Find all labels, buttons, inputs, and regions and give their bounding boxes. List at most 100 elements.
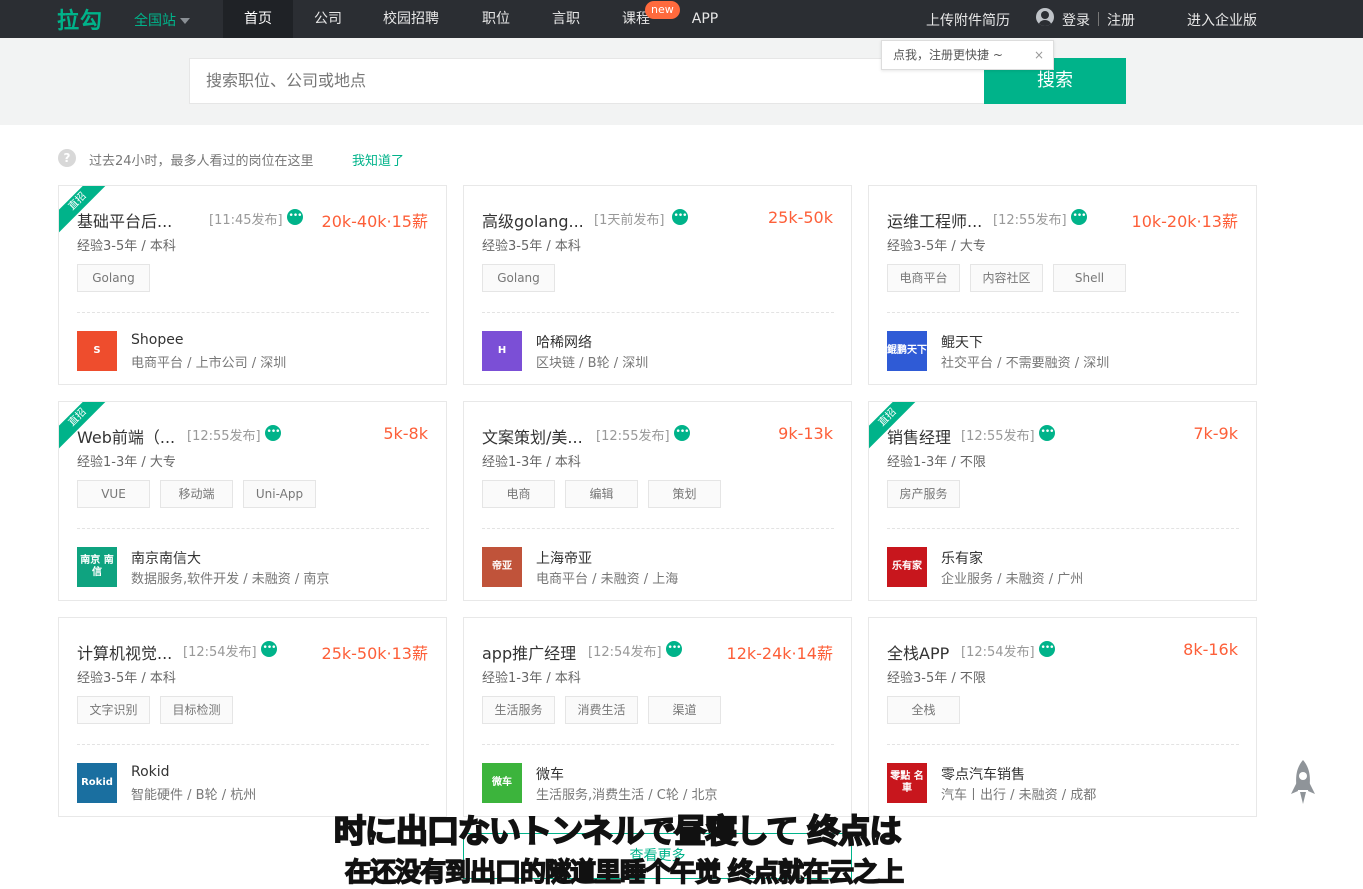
dashed-divider <box>887 744 1239 745</box>
job-title[interactable]: 计算机视觉... <box>77 640 172 664</box>
job-tag[interactable]: Golang <box>77 264 150 292</box>
company-logo[interactable]: S <box>77 331 117 371</box>
search-input[interactable]: 搜索职位、公司或地点 <box>189 58 985 104</box>
company-name[interactable]: Rokid <box>131 764 170 780</box>
tag-list: 电商平台 内容社区 Shell <box>887 264 1136 292</box>
nav-yanzhi[interactable]: 言职 <box>540 0 592 38</box>
company-logo[interactable]: 乐有家 <box>887 547 927 587</box>
question-icon: ? <box>58 149 76 167</box>
job-tag[interactable]: 房产服务 <box>887 480 960 508</box>
job-title[interactable]: app推广经理 <box>482 640 576 664</box>
got-it-link[interactable]: 我知道了 <box>352 150 404 169</box>
job-card[interactable]: 直招 销售经理 [12:55发布] ••• 7k-9k 经验1-3年 / 不限 房产服务 乐有… <box>868 401 1257 601</box>
upload-resume-link[interactable]: 上传附件简历 <box>926 10 1010 30</box>
user-icon <box>1036 8 1054 26</box>
job-tag[interactable]: Shell <box>1053 264 1126 292</box>
job-tag[interactable]: 电商平台 <box>887 264 960 292</box>
job-tag[interactable]: 文字识别 <box>77 696 150 724</box>
company-info: 社交平台 / 不需要融资 / 深圳 <box>941 356 1110 371</box>
dashed-divider <box>77 312 429 313</box>
job-title[interactable]: Web前端（... <box>77 424 175 448</box>
job-tag[interactable]: 消费生活 <box>565 696 638 724</box>
chat-icon[interactable]: ••• <box>672 209 688 225</box>
company-name[interactable]: 鲲天下 <box>941 332 983 352</box>
rocket-icon[interactable] <box>1288 758 1318 806</box>
company-name[interactable]: 微车 <box>536 764 564 784</box>
register-tooltip[interactable]: 点我，注册更快捷 ~ × <box>881 40 1054 70</box>
job-tag[interactable]: 内容社区 <box>970 264 1043 292</box>
company-name[interactable]: 哈稀网络 <box>536 332 592 352</box>
job-title[interactable]: 基础平台后... <box>77 208 172 232</box>
chat-icon[interactable]: ••• <box>261 641 277 657</box>
job-title[interactable]: 高级golang... <box>482 208 584 232</box>
nav-campus[interactable]: 校园招聘 <box>368 0 454 38</box>
chat-icon[interactable]: ••• <box>666 641 682 657</box>
company-name[interactable]: 零点汽车销售 <box>941 764 1025 784</box>
job-title[interactable]: 运维工程师... <box>887 208 982 232</box>
job-tag[interactable]: 编辑 <box>565 480 638 508</box>
salary: 25k-50k·13薪 <box>321 644 428 663</box>
job-tag[interactable]: 目标检测 <box>160 696 233 724</box>
company-logo[interactable]: H <box>482 331 522 371</box>
job-tag[interactable]: 渠道 <box>648 696 721 724</box>
company-name[interactable]: Shopee <box>131 332 183 348</box>
job-requirements: 经验1-3年 / 本科 <box>482 671 581 686</box>
company-logo[interactable]: 零點 名車 <box>887 763 927 803</box>
job-tag[interactable]: VUE <box>77 480 150 508</box>
company-logo[interactable]: 南京 南信 <box>77 547 117 587</box>
job-tag[interactable]: Golang <box>482 264 555 292</box>
nav-app[interactable]: APP <box>682 0 728 38</box>
site-selector[interactable]: 全国站 <box>134 10 190 30</box>
job-tag[interactable]: Uni-App <box>243 480 316 508</box>
new-badge: new <box>645 1 680 19</box>
job-card[interactable]: 运维工程师... [12:55发布] ••• 10k-20k·13薪 经验3-5年 / … <box>868 185 1257 385</box>
company-logo[interactable]: 微车 <box>482 763 522 803</box>
close-icon[interactable]: × <box>1034 41 1044 69</box>
chat-icon[interactable]: ••• <box>1071 209 1087 225</box>
job-tag[interactable]: 电商 <box>482 480 555 508</box>
job-requirements: 经验3-5年 / 本科 <box>482 239 581 254</box>
chat-icon[interactable]: ••• <box>1039 641 1055 657</box>
publish-time: [1天前发布] <box>594 213 665 228</box>
job-card[interactable]: 高级golang... [1天前发布] ••• 25k-50k 经验3-5年 / 本科 G… <box>463 185 852 385</box>
company-logo[interactable]: Rokid <box>77 763 117 803</box>
tag-list: Golang <box>482 264 565 292</box>
nav-company[interactable]: 公司 <box>293 0 363 38</box>
job-card[interactable]: 文案策划/美... [12:55发布] ••• 9k-13k 经验1-3年 / 本科 电商… <box>463 401 852 601</box>
job-tag[interactable]: 策划 <box>648 480 721 508</box>
enterprise-link[interactable]: 进入企业版 <box>1187 10 1257 30</box>
salary: 25k-50k <box>767 208 833 227</box>
chat-icon[interactable]: ••• <box>1039 425 1055 441</box>
company-info: 电商平台 / 上市公司 / 深圳 <box>131 356 287 371</box>
nav-jobs[interactable]: 职位 <box>470 0 522 38</box>
login-link[interactable]: 登录 <box>1062 10 1090 30</box>
salary: 8k-16k <box>1183 640 1238 659</box>
top-navbar: 拉勾 全国站 首页 公司 校园招聘 职位 言职 课程 new APP 上传附件简… <box>0 0 1363 38</box>
job-card[interactable]: app推广经理 [12:54发布] ••• 12k-24k·14薪 经验1-3年 / 本… <box>463 617 852 817</box>
job-tag[interactable]: 移动端 <box>160 480 233 508</box>
company-name[interactable]: 南京南信大 <box>131 548 201 568</box>
job-card[interactable]: 直招 Web前端（... [12:55发布] ••• 5k-8k 经验1-3年 / 大专 V… <box>58 401 447 601</box>
lagou-logo[interactable]: 拉勾 <box>57 3 103 35</box>
job-card[interactable]: 全栈APP [12:54发布] ••• 8k-16k 经验3-5年 / 不限 全栈 零點 名… <box>868 617 1257 817</box>
chat-icon[interactable]: ••• <box>265 425 281 441</box>
company-info: 企业服务 / 未融资 / 广州 <box>941 572 1084 587</box>
company-name[interactable]: 上海帝亚 <box>536 548 592 568</box>
register-link[interactable]: 注册 <box>1107 10 1135 30</box>
company-name[interactable]: 乐有家 <box>941 548 983 568</box>
job-card[interactable]: 直招 基础平台后... [11:45发布] ••• 20k-40k·15薪 经验3-5年 … <box>58 185 447 385</box>
job-title[interactable]: 文案策划/美... <box>482 424 583 448</box>
job-card[interactable]: 计算机视觉... [12:54发布] ••• 25k-50k·13薪 经验3-5年 / … <box>58 617 447 817</box>
job-requirements: 经验3-5年 / 本科 <box>77 239 176 254</box>
job-tag[interactable]: 全栈 <box>887 696 960 724</box>
tag-list: VUE 移动端 Uni-App <box>77 480 326 508</box>
nav-home[interactable]: 首页 <box>223 0 293 38</box>
job-title[interactable]: 销售经理 <box>887 424 951 448</box>
chat-icon[interactable]: ••• <box>674 425 690 441</box>
dashed-divider <box>482 312 834 313</box>
job-tag[interactable]: 生活服务 <box>482 696 555 724</box>
chat-icon[interactable]: ••• <box>287 209 303 225</box>
company-logo[interactable]: 鲲鹏天下 <box>887 331 927 371</box>
job-title[interactable]: 全栈APP <box>887 640 949 664</box>
company-logo[interactable]: 帝亚 <box>482 547 522 587</box>
